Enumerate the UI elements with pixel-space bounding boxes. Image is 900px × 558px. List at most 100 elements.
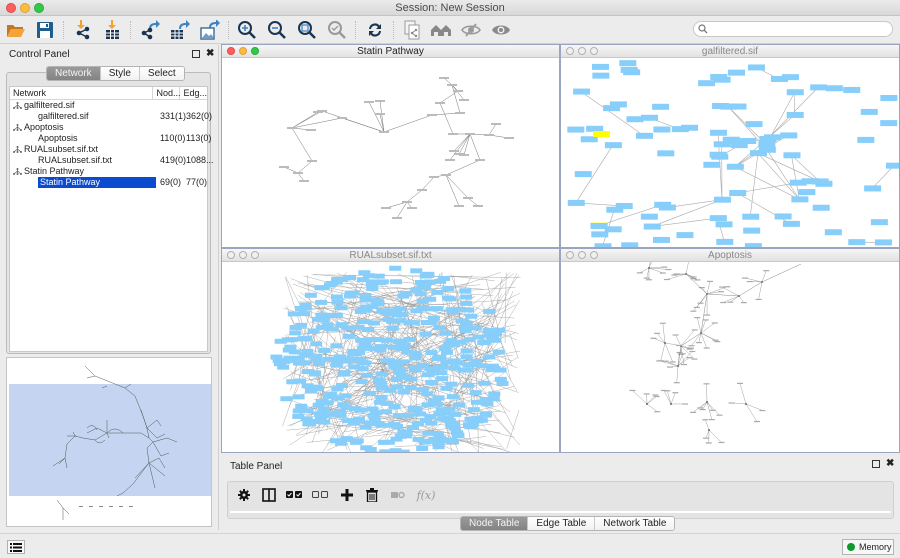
network-node[interactable] (727, 301, 734, 303)
network-node[interactable] (429, 176, 439, 178)
network-node[interactable] (491, 123, 501, 125)
network-node[interactable] (463, 337, 476, 343)
network-node[interactable] (273, 361, 286, 367)
network-node[interactable] (857, 136, 875, 143)
network-node[interactable] (716, 238, 734, 245)
network-node[interactable] (473, 205, 483, 207)
network-node[interactable] (494, 367, 507, 373)
network-node[interactable] (661, 266, 668, 268)
network-node[interactable] (728, 69, 746, 76)
network-node[interactable] (475, 159, 485, 161)
export-image-button[interactable] (199, 19, 221, 41)
network-node[interactable] (421, 438, 434, 444)
network-node[interactable] (330, 343, 343, 349)
network-node[interactable] (307, 160, 317, 162)
network-node[interactable] (713, 196, 731, 203)
network-node[interactable] (379, 449, 392, 453)
network-node[interactable] (673, 382, 680, 384)
network-node[interactable] (746, 280, 753, 283)
search-input[interactable] (710, 23, 888, 35)
network-node[interactable] (300, 416, 313, 422)
network-node[interactable] (353, 350, 366, 356)
network-node[interactable] (758, 146, 776, 153)
network-node[interactable] (312, 385, 325, 391)
network-node[interactable] (763, 270, 770, 272)
network-node[interactable] (356, 366, 369, 372)
network-node[interactable] (391, 423, 404, 429)
network-node[interactable] (465, 133, 475, 135)
network-node[interactable] (439, 330, 452, 336)
network-node[interactable] (315, 325, 328, 331)
network-node[interactable] (653, 395, 660, 398)
network-node[interactable] (492, 349, 505, 355)
network-node[interactable] (375, 371, 388, 377)
network-node[interactable] (458, 325, 471, 331)
network-node[interactable] (364, 101, 374, 103)
network-node[interactable] (672, 334, 679, 336)
network-node[interactable] (636, 272, 643, 274)
function-builder-button[interactable]: f(x) (415, 487, 437, 503)
network-node[interactable] (643, 277, 650, 279)
network-node[interactable] (469, 390, 482, 396)
minimize-view-button[interactable] (239, 47, 247, 55)
network-node[interactable] (697, 407, 704, 409)
network-node[interactable] (342, 333, 355, 339)
network-node[interactable] (369, 410, 382, 416)
apply-layout-button[interactable] (364, 19, 386, 41)
network-node[interactable] (706, 401, 708, 403)
network-node[interactable] (301, 408, 314, 414)
new-network-from-selection-button[interactable] (401, 19, 423, 41)
network-overview-panel[interactable] (6, 357, 212, 527)
network-node[interactable] (372, 273, 385, 279)
network-node[interactable] (421, 391, 434, 397)
network-node[interactable] (689, 350, 696, 353)
float-panel-icon[interactable] (872, 460, 880, 468)
network-node[interactable] (433, 364, 446, 370)
network-node[interactable] (395, 374, 408, 380)
network-node[interactable] (370, 337, 383, 343)
network-node[interactable] (780, 132, 798, 139)
network-node[interactable] (375, 385, 388, 391)
float-panel-icon[interactable] (192, 50, 200, 58)
network-view-apoptosis[interactable]: Apoptosis (560, 248, 900, 453)
network-node[interactable] (348, 420, 361, 426)
network-node[interactable] (453, 90, 463, 92)
network-node[interactable] (461, 367, 474, 373)
network-collection-row[interactable]: Statin Pathway (10, 166, 207, 177)
network-node[interactable] (293, 172, 303, 174)
network-row[interactable]: Statin Pathway 69(0) 77(0) (10, 177, 207, 188)
network-node[interactable] (343, 293, 356, 299)
network-node[interactable] (392, 339, 405, 345)
network-node[interactable] (354, 356, 367, 362)
network-node[interactable] (626, 116, 644, 123)
network-collection-row[interactable]: galfiltered.sif (10, 100, 207, 111)
network-node[interactable] (620, 66, 638, 73)
network-node[interactable] (791, 196, 809, 203)
network-node[interactable] (407, 405, 420, 411)
network-node[interactable] (640, 213, 658, 220)
network-node[interactable] (645, 279, 652, 281)
network-node[interactable] (728, 402, 735, 404)
tab-select[interactable]: Select (139, 67, 184, 80)
network-node[interactable] (843, 86, 861, 93)
network-node[interactable] (580, 136, 598, 143)
close-panel-icon[interactable]: ✖ (206, 49, 214, 59)
network-node[interactable] (729, 190, 747, 197)
network-node[interactable] (433, 325, 446, 331)
network-node[interactable] (355, 337, 368, 343)
network-node[interactable] (720, 301, 727, 304)
network-node[interactable] (330, 362, 343, 368)
network-node[interactable] (369, 451, 382, 453)
network-node[interactable] (747, 64, 765, 71)
network-node[interactable] (483, 354, 496, 360)
network-node[interactable] (387, 344, 400, 350)
network-node[interactable] (413, 411, 426, 417)
maximize-view-button[interactable] (251, 251, 259, 259)
column-header-network[interactable]: Network (10, 87, 154, 99)
network-node[interactable] (459, 288, 472, 294)
network-node[interactable] (427, 315, 440, 321)
network-node[interactable] (860, 108, 878, 115)
network-node[interactable] (662, 360, 669, 362)
network-node[interactable] (426, 370, 439, 376)
network-node[interactable] (425, 350, 438, 356)
